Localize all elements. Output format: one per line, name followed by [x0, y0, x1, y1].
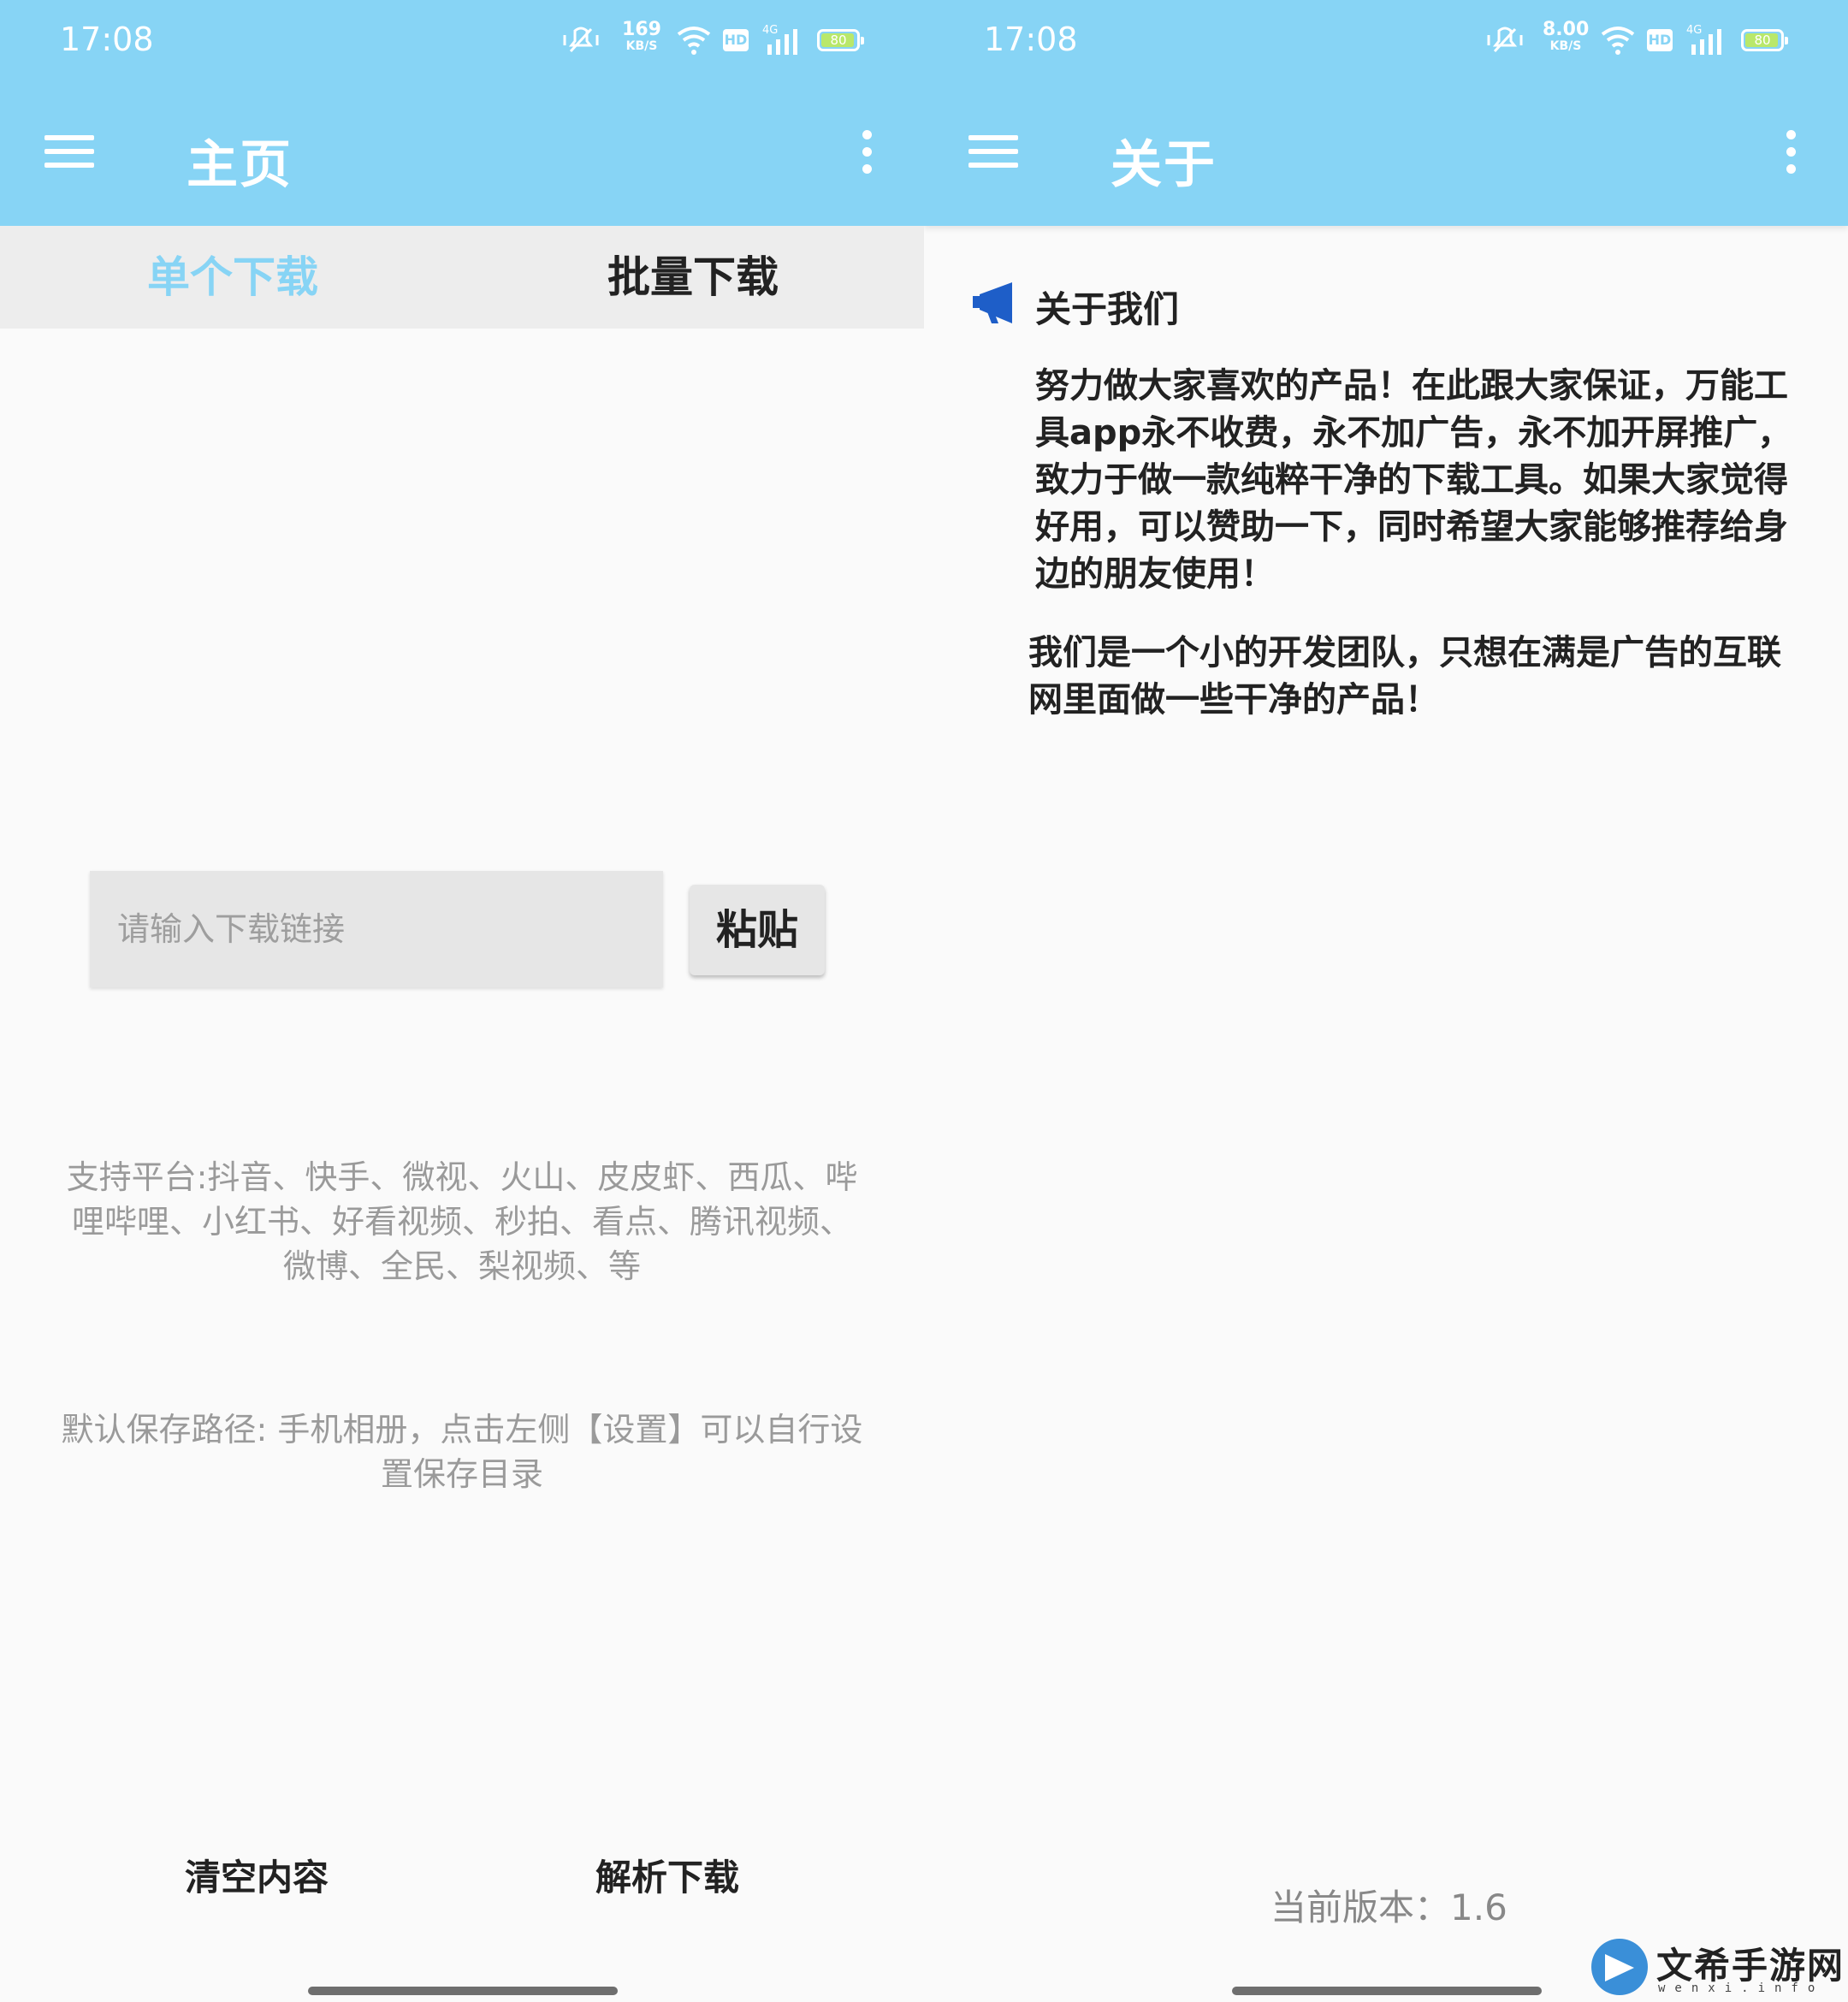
wifi-icon: [1601, 27, 1635, 55]
app-bar: 17:08 8.00 KB/S HD 4G 80 关于: [924, 0, 1848, 226]
version-label: 当前版本：1.6: [1270, 1886, 1507, 1928]
watermark: 文希手游网 wenxi.info: [1591, 1935, 1843, 1997]
status-time: 17:08: [60, 21, 154, 58]
net-speed: 169 KB/S: [622, 19, 661, 54]
status-icons: 8.00 KB/S HD 4G 80: [1484, 19, 1792, 60]
tab-bar: 单个下载 批量下载: [0, 226, 924, 329]
home-indicator[interactable]: [308, 1987, 618, 1995]
hamburger-menu-icon[interactable]: [44, 135, 98, 169]
status-icons: 169 KB/S HD 4G 80: [560, 19, 868, 60]
signal-icon: 4G: [1686, 24, 1721, 55]
page-title: 主页: [187, 135, 293, 195]
net-speed: 8.00 KB/S: [1543, 19, 1590, 54]
signal-icon: 4G: [762, 24, 797, 55]
clear-content-button[interactable]: 清空内容: [128, 1848, 385, 1908]
wifi-icon: [677, 27, 711, 55]
hamburger-menu-icon[interactable]: [968, 135, 1022, 169]
svg-text:4G: 4G: [1686, 24, 1702, 37]
hd-icon: HD: [723, 29, 749, 51]
svg-text:4G: 4G: [762, 24, 778, 37]
tab-single-download[interactable]: 单个下载: [2, 226, 464, 329]
home-indicator[interactable]: [1232, 1987, 1542, 1995]
save-path-text: 默认保存路径: 手机相册，点击左侧【设置】可以自行设置保存目录: [61, 1411, 863, 1493]
battery-icon: 80: [1741, 29, 1788, 51]
watermark-subtext: wenxi.info: [1658, 1981, 1825, 1995]
about-screen: 17:08 8.00 KB/S HD 4G 80 关于 关于我们 努力做大家喜欢…: [924, 0, 1848, 2002]
watermark-logo-icon: [1591, 1939, 1648, 1995]
more-vert-icon[interactable]: [1783, 130, 1800, 178]
supported-platforms-text: 支持平台:抖音、快手、微视、火山、皮皮虾、西瓜、哔哩哔哩、小红书、好看视频、秒拍…: [66, 1158, 858, 1285]
paste-button[interactable]: 粘贴: [690, 885, 825, 975]
about-paragraph: 我们是一个小的开发团队，只想在满是广告的互联网里面做一些干净的产品！: [1028, 633, 1781, 720]
more-vert-icon[interactable]: [859, 130, 876, 178]
tab-batch-download[interactable]: 批量下载: [462, 226, 924, 329]
hd-icon: HD: [1647, 29, 1673, 51]
status-time: 17:08: [984, 21, 1078, 58]
mute-vibrate-icon: [1487, 27, 1523, 53]
megaphone-icon: [973, 282, 1012, 323]
mute-vibrate-icon: [563, 27, 599, 53]
page-title: 关于: [1111, 135, 1217, 195]
about-title: 关于我们: [1035, 288, 1180, 330]
app-bar: 17:08 169 KB/S HD 4G 80 主页: [0, 0, 924, 226]
parse-download-button[interactable]: 解析下载: [539, 1848, 796, 1908]
download-link-input[interactable]: [90, 871, 663, 987]
about-paragraph: 努力做大家喜欢的产品！在此跟大家保证，万能工具app永不收费，永不加广告，永不加…: [1035, 366, 1792, 594]
home-screen: 17:08 169 KB/S HD 4G 80 主页 单个下载 批量下载 请输入…: [0, 0, 924, 2002]
battery-icon: 80: [817, 29, 864, 51]
